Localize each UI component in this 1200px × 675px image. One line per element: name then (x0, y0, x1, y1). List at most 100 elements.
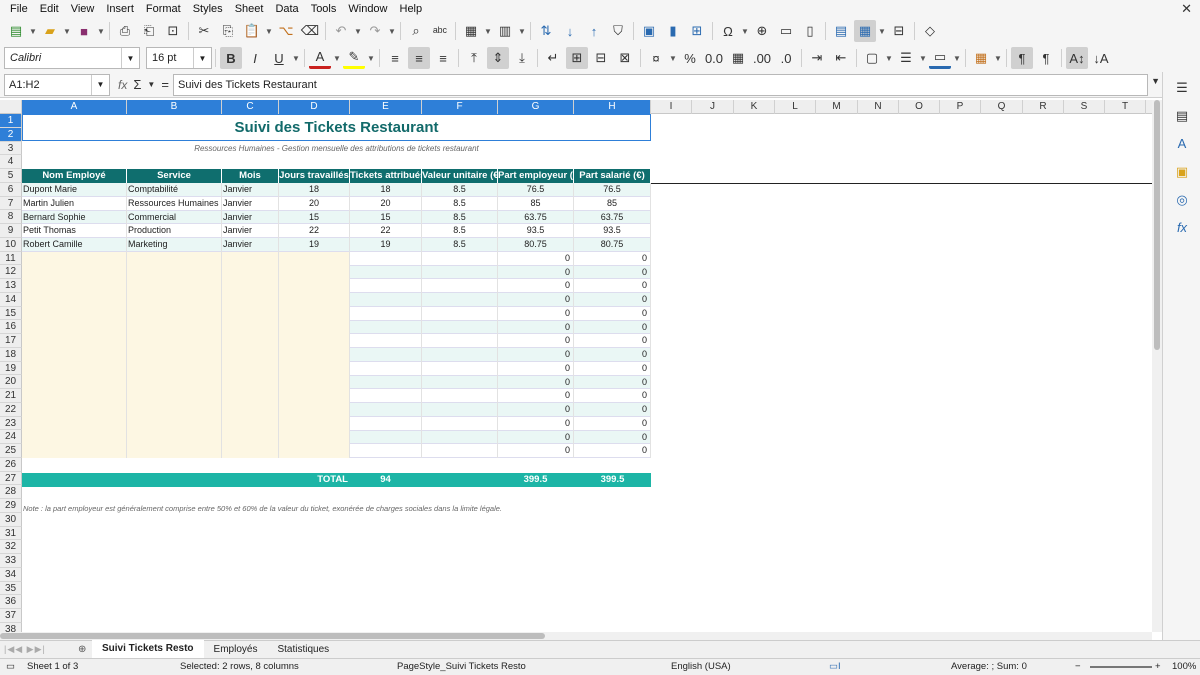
table-cell[interactable] (22, 306, 127, 321)
menu-file[interactable]: File (4, 0, 34, 18)
zoom-slider[interactable] (1090, 666, 1152, 668)
row-header-15[interactable]: 15 (0, 306, 22, 321)
function-wizard-icon[interactable]: fx (118, 78, 127, 92)
table-cell[interactable] (350, 375, 422, 390)
table-cell[interactable] (279, 320, 350, 335)
align-right-icon[interactable]: ≡ (432, 47, 454, 69)
merge-cells-icon[interactable]: ⊟ (590, 47, 612, 69)
menu-view[interactable]: View (65, 0, 101, 18)
close-document-icon[interactable]: ✕ (1181, 0, 1192, 18)
table-cell[interactable] (22, 334, 127, 349)
table-cell[interactable]: 0 (574, 389, 651, 404)
menu-format[interactable]: Format (140, 0, 187, 18)
row-header-38[interactable]: 38 (0, 622, 22, 632)
row-icon[interactable]: ▦ (460, 20, 482, 42)
table-cell[interactable] (279, 279, 350, 294)
align-middle-icon[interactable]: ⇕ (487, 47, 509, 69)
undo-icon[interactable]: ↶ (330, 20, 352, 42)
row-header-8[interactable]: 8 (0, 210, 22, 224)
row-header-23[interactable]: 23 (0, 416, 22, 431)
table-cell[interactable] (350, 265, 422, 280)
table-cell[interactable] (279, 361, 350, 376)
table-cell[interactable]: Marketing (127, 238, 222, 252)
menu-tools[interactable]: Tools (305, 0, 343, 18)
gallery-icon[interactable]: ▣ (1174, 164, 1190, 180)
table-cell[interactable]: Commercial (127, 210, 222, 225)
table-cell[interactable] (22, 430, 127, 445)
table-cell[interactable] (222, 430, 279, 445)
table-cell[interactable]: 0 (498, 403, 574, 417)
table-cell[interactable] (222, 293, 279, 307)
align-left-icon[interactable]: ≡ (384, 47, 406, 69)
table-cell[interactable]: 93.5 (498, 224, 574, 239)
table-cell[interactable] (350, 361, 422, 376)
table-cell[interactable] (279, 265, 350, 280)
show-draw-functions-icon[interactable]: ◇ (919, 20, 941, 42)
menu-insert[interactable]: Insert (100, 0, 140, 18)
font-size-box[interactable]: 16 pt ▼ (146, 47, 212, 69)
styles-icon[interactable]: A (1174, 136, 1190, 152)
add-sheet-icon[interactable]: ⊕ (78, 644, 92, 655)
table-cell[interactable]: 18 (350, 183, 422, 197)
column-header-t[interactable]: T (1105, 100, 1146, 114)
sheet-subtitle[interactable]: Ressources Humaines - Gestion mensuelle … (22, 142, 651, 155)
sheet-tab[interactable]: Suivi Tickets Resto (92, 639, 204, 660)
table-cell[interactable] (127, 430, 222, 445)
date-format-icon[interactable]: ▦ (727, 47, 749, 69)
column-header-s[interactable]: S (1064, 100, 1105, 114)
table-cell[interactable] (22, 348, 127, 362)
table-cell[interactable]: 0 (574, 265, 651, 280)
row-header-12[interactable]: 12 (0, 265, 22, 279)
table-cell[interactable]: 0 (574, 348, 651, 362)
page-style[interactable]: PageStyle_Suivi Tickets Resto (397, 661, 526, 672)
table-cell[interactable] (422, 416, 498, 431)
row-header-28[interactable]: 28 (0, 485, 22, 499)
column-header-f[interactable]: F (422, 100, 498, 114)
decrease-indent-icon[interactable]: ⇤ (830, 47, 852, 69)
table-cell[interactable] (127, 279, 222, 294)
font-name-box[interactable]: Calibri ▼ (4, 47, 140, 69)
table-cell[interactable]: Janvier (222, 210, 279, 225)
table-cell[interactable]: 0 (498, 430, 574, 445)
undo-dropdown-icon[interactable]: ▼ (354, 20, 362, 42)
table-cell[interactable] (22, 389, 127, 404)
table-cell[interactable] (350, 416, 422, 431)
table-cell[interactable]: Janvier (222, 224, 279, 239)
row-header-11[interactable]: 11 (0, 251, 22, 266)
menu-help[interactable]: Help (394, 0, 429, 18)
merge-center-icon[interactable]: ⊞ (566, 47, 588, 69)
table-cell[interactable]: 0 (574, 416, 651, 431)
table-cell[interactable]: 0 (498, 375, 574, 390)
table-cell[interactable]: 0 (574, 334, 651, 349)
row-header-20[interactable]: 20 (0, 375, 22, 389)
table-cell[interactable] (222, 403, 279, 417)
table-cell[interactable]: 0 (498, 265, 574, 280)
column-dropdown-icon[interactable]: ▼ (518, 20, 526, 42)
row-dropdown-icon[interactable]: ▼ (484, 20, 492, 42)
table-cell[interactable] (422, 320, 498, 335)
table-cell[interactable] (422, 251, 498, 266)
table-cell[interactable] (279, 334, 350, 349)
row-header-5[interactable]: 5 (0, 169, 22, 183)
font-color-icon[interactable]: A (309, 47, 331, 69)
table-cell[interactable] (127, 389, 222, 404)
row-header-22[interactable]: 22 (0, 402, 22, 417)
formula-equals-icon[interactable]: = (161, 77, 169, 92)
row-header-18[interactable]: 18 (0, 347, 22, 362)
table-cell[interactable]: 8.5 (422, 183, 498, 197)
open-folder-icon[interactable]: ▰ (39, 20, 61, 42)
table-cell[interactable] (127, 265, 222, 280)
underline-icon[interactable]: U (268, 47, 290, 69)
highlight-dropdown-icon[interactable]: ▼ (367, 47, 375, 69)
border-color-dropdown-icon[interactable]: ▼ (953, 47, 961, 69)
table-cell[interactable]: 15 (350, 210, 422, 225)
sheet-note[interactable]: Note : la part employeur est généralemen… (23, 504, 502, 513)
table-cell[interactable] (222, 320, 279, 335)
column-header-a[interactable]: A (22, 100, 127, 114)
table-cell[interactable]: 22 (350, 224, 422, 239)
column-header-k[interactable]: K (734, 100, 775, 114)
table-cell[interactable]: 76.5 (574, 183, 651, 197)
vertical-scrollbar[interactable] (1152, 100, 1162, 632)
row-header-17[interactable]: 17 (0, 334, 22, 348)
sum-dropdown-icon[interactable]: ▼ (147, 80, 155, 89)
